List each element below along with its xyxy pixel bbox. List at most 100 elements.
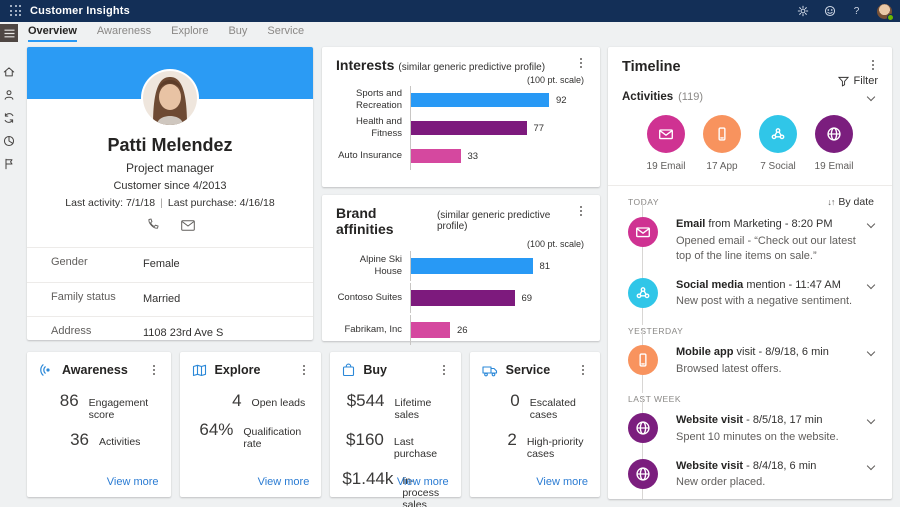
chevron-down-icon[interactable] [867, 220, 875, 228]
tab-awareness[interactable]: Awareness [97, 25, 151, 42]
activity-summary-social[interactable]: 7 Social [750, 115, 806, 172]
kpi-stat-value: 64% [192, 420, 234, 440]
kpi-stat-value: $1.44k [342, 469, 392, 489]
bar [411, 290, 515, 306]
email-icon[interactable] [181, 218, 195, 236]
sidebar-segments-icon[interactable] [2, 134, 16, 148]
bar-zone: 69 [410, 283, 586, 313]
more-options-icon[interactable] [299, 364, 309, 376]
kpi-stat-label: Open leads [252, 397, 306, 409]
activity-summary: 19 Email17 App7 Social19 Email [622, 115, 878, 172]
kpi-stat-value: 36 [39, 430, 89, 450]
bar-zone: 92 [410, 86, 586, 114]
user-avatar[interactable] [877, 4, 892, 19]
filter-label: Filter [854, 75, 878, 87]
kpi-card-explore: Explore4Open leads64%Qualification rateV… [180, 352, 322, 497]
kpi-stat-row: 64%Qualification rate [192, 420, 310, 450]
bar-value-label: 81 [540, 261, 551, 272]
email-icon [628, 217, 658, 247]
kpi-stat-label: Last purchase [394, 436, 449, 460]
awareness-icon [39, 363, 54, 377]
sidebar-sync-icon[interactable] [2, 111, 16, 125]
app-title: Customer Insights [30, 5, 130, 17]
view-more-link[interactable]: View more [397, 476, 449, 488]
kpi-card-row: Awareness 86Engagement score 36 Activities V… [27, 352, 600, 497]
activity-summary-label: 17 App [706, 161, 737, 172]
more-options-icon[interactable] [577, 205, 587, 217]
brand-scale-note: (100 pt. scale) [336, 239, 584, 249]
timeline-item-body: Social media mention - 11:47 AMNew post … [676, 278, 868, 310]
settings-icon[interactable] [796, 5, 809, 18]
sidebar-menu-icon[interactable] [0, 24, 18, 42]
brand-subtitle: (similar generic predictive profile) [437, 210, 577, 232]
field-value: Female [143, 256, 180, 274]
divider [608, 185, 892, 186]
timeline-item[interactable]: Social media mention - 11:47 AMNew post … [622, 271, 878, 317]
timeline-item[interactable]: Mobile app visit - 8/9/18, 6 minBrowsed … [622, 338, 878, 384]
activity-summary-web[interactable]: 19 Email [806, 115, 862, 172]
kpi-card-header: Awareness [39, 363, 159, 377]
view-more-link[interactable]: View more [258, 476, 310, 488]
activity-summary-email[interactable]: 19 Email [638, 115, 694, 172]
tab-buy[interactable]: Buy [228, 25, 247, 42]
tab-overview[interactable]: Overview [28, 25, 77, 42]
sidebar-home-icon[interactable] [2, 65, 16, 79]
more-options-icon[interactable] [576, 57, 586, 69]
view-more-link[interactable]: View more [536, 476, 588, 488]
avatar-image [143, 71, 197, 125]
chevron-down-icon[interactable] [867, 280, 875, 288]
sidebar-flag-icon[interactable] [2, 157, 16, 171]
activity-summary-app[interactable]: 17 App [694, 115, 750, 172]
kpi-stat-row: 86Engagement score [39, 391, 159, 421]
chevron-down-icon[interactable] [867, 416, 875, 424]
more-options-icon[interactable] [578, 364, 588, 376]
timeline-item-desc: Opened email - “Check out our latest top… [676, 234, 866, 264]
timeline-list: TODAY↓↑By dateEmail from Marketing - 8:2… [622, 196, 878, 497]
timeline-item[interactable]: Website visit - 8/5/18, 17 minSpent 10 m… [622, 406, 878, 452]
kpi-stat-row: 36 Activities [39, 430, 159, 450]
timeline-item[interactable]: Email from Marketing - 8:20 PMOpened ema… [622, 210, 878, 271]
kpi-stat-row: 4Open leads [192, 391, 310, 411]
bar [411, 322, 450, 338]
more-options-icon[interactable] [439, 364, 449, 376]
sort-by-date-button[interactable]: ↓↑By date [827, 196, 874, 208]
app-icon [703, 115, 741, 153]
kpi-stat-row: $160Last purchase [342, 430, 448, 460]
customer-last-activity-line: Last activity: 7/1/18|Last purchase: 4/1… [27, 197, 313, 209]
bar-value-label: 92 [556, 95, 567, 106]
bar [411, 121, 527, 135]
filter-button[interactable]: Filter [622, 75, 878, 87]
timeline-item-desc: Spent 10 minutes on the website. [676, 430, 866, 445]
timeline-item-desc: New post with a negative sentiment. [676, 294, 866, 309]
kpi-card-header: Buy [342, 363, 448, 377]
bar-value-label: 33 [468, 151, 479, 162]
more-options-icon[interactable] [868, 59, 878, 71]
field-label: Address [51, 325, 143, 340]
kpi-stat-label: Lifetime sales [395, 397, 449, 421]
more-options-icon[interactable] [149, 364, 159, 376]
help-icon[interactable]: ? [850, 5, 863, 18]
view-more-link[interactable]: View more [107, 476, 159, 488]
profile-field-row: Family statusMarried [27, 282, 313, 317]
kpi-card-service: Service0Escalated cases2High-priority ca… [470, 352, 600, 497]
waffle-icon[interactable] [10, 5, 22, 17]
timeline-item-title: Mobile app visit - 8/9/18, 6 min [676, 345, 868, 360]
kpi-stat-value: 2 [482, 430, 517, 450]
tab-service[interactable]: Service [267, 25, 304, 42]
activities-count: (119) [678, 91, 703, 103]
chevron-down-icon[interactable] [867, 461, 875, 469]
timeline-item[interactable]: Website visit - 8/4/18, 6 minNew order p… [622, 452, 878, 498]
kpi-stat-value: 86 [39, 391, 79, 411]
kpi-stat-value: $544 [342, 391, 384, 411]
tab-explore[interactable]: Explore [171, 25, 208, 42]
feedback-icon[interactable] [823, 5, 836, 18]
chevron-down-icon[interactable] [867, 348, 875, 356]
contact-actions [27, 218, 313, 236]
sidebar-contacts-icon[interactable] [2, 88, 16, 102]
last-activity: Last activity: 7/1/18 [65, 197, 155, 209]
chevron-down-icon[interactable] [867, 93, 875, 101]
kpi-stat-label: Activities [99, 436, 140, 448]
bar-value-label: 77 [534, 123, 545, 134]
kpi-card-buy: Buy $544 Lifetime sales $160Last purchase $1… [330, 352, 460, 497]
phone-icon[interactable] [146, 218, 159, 236]
